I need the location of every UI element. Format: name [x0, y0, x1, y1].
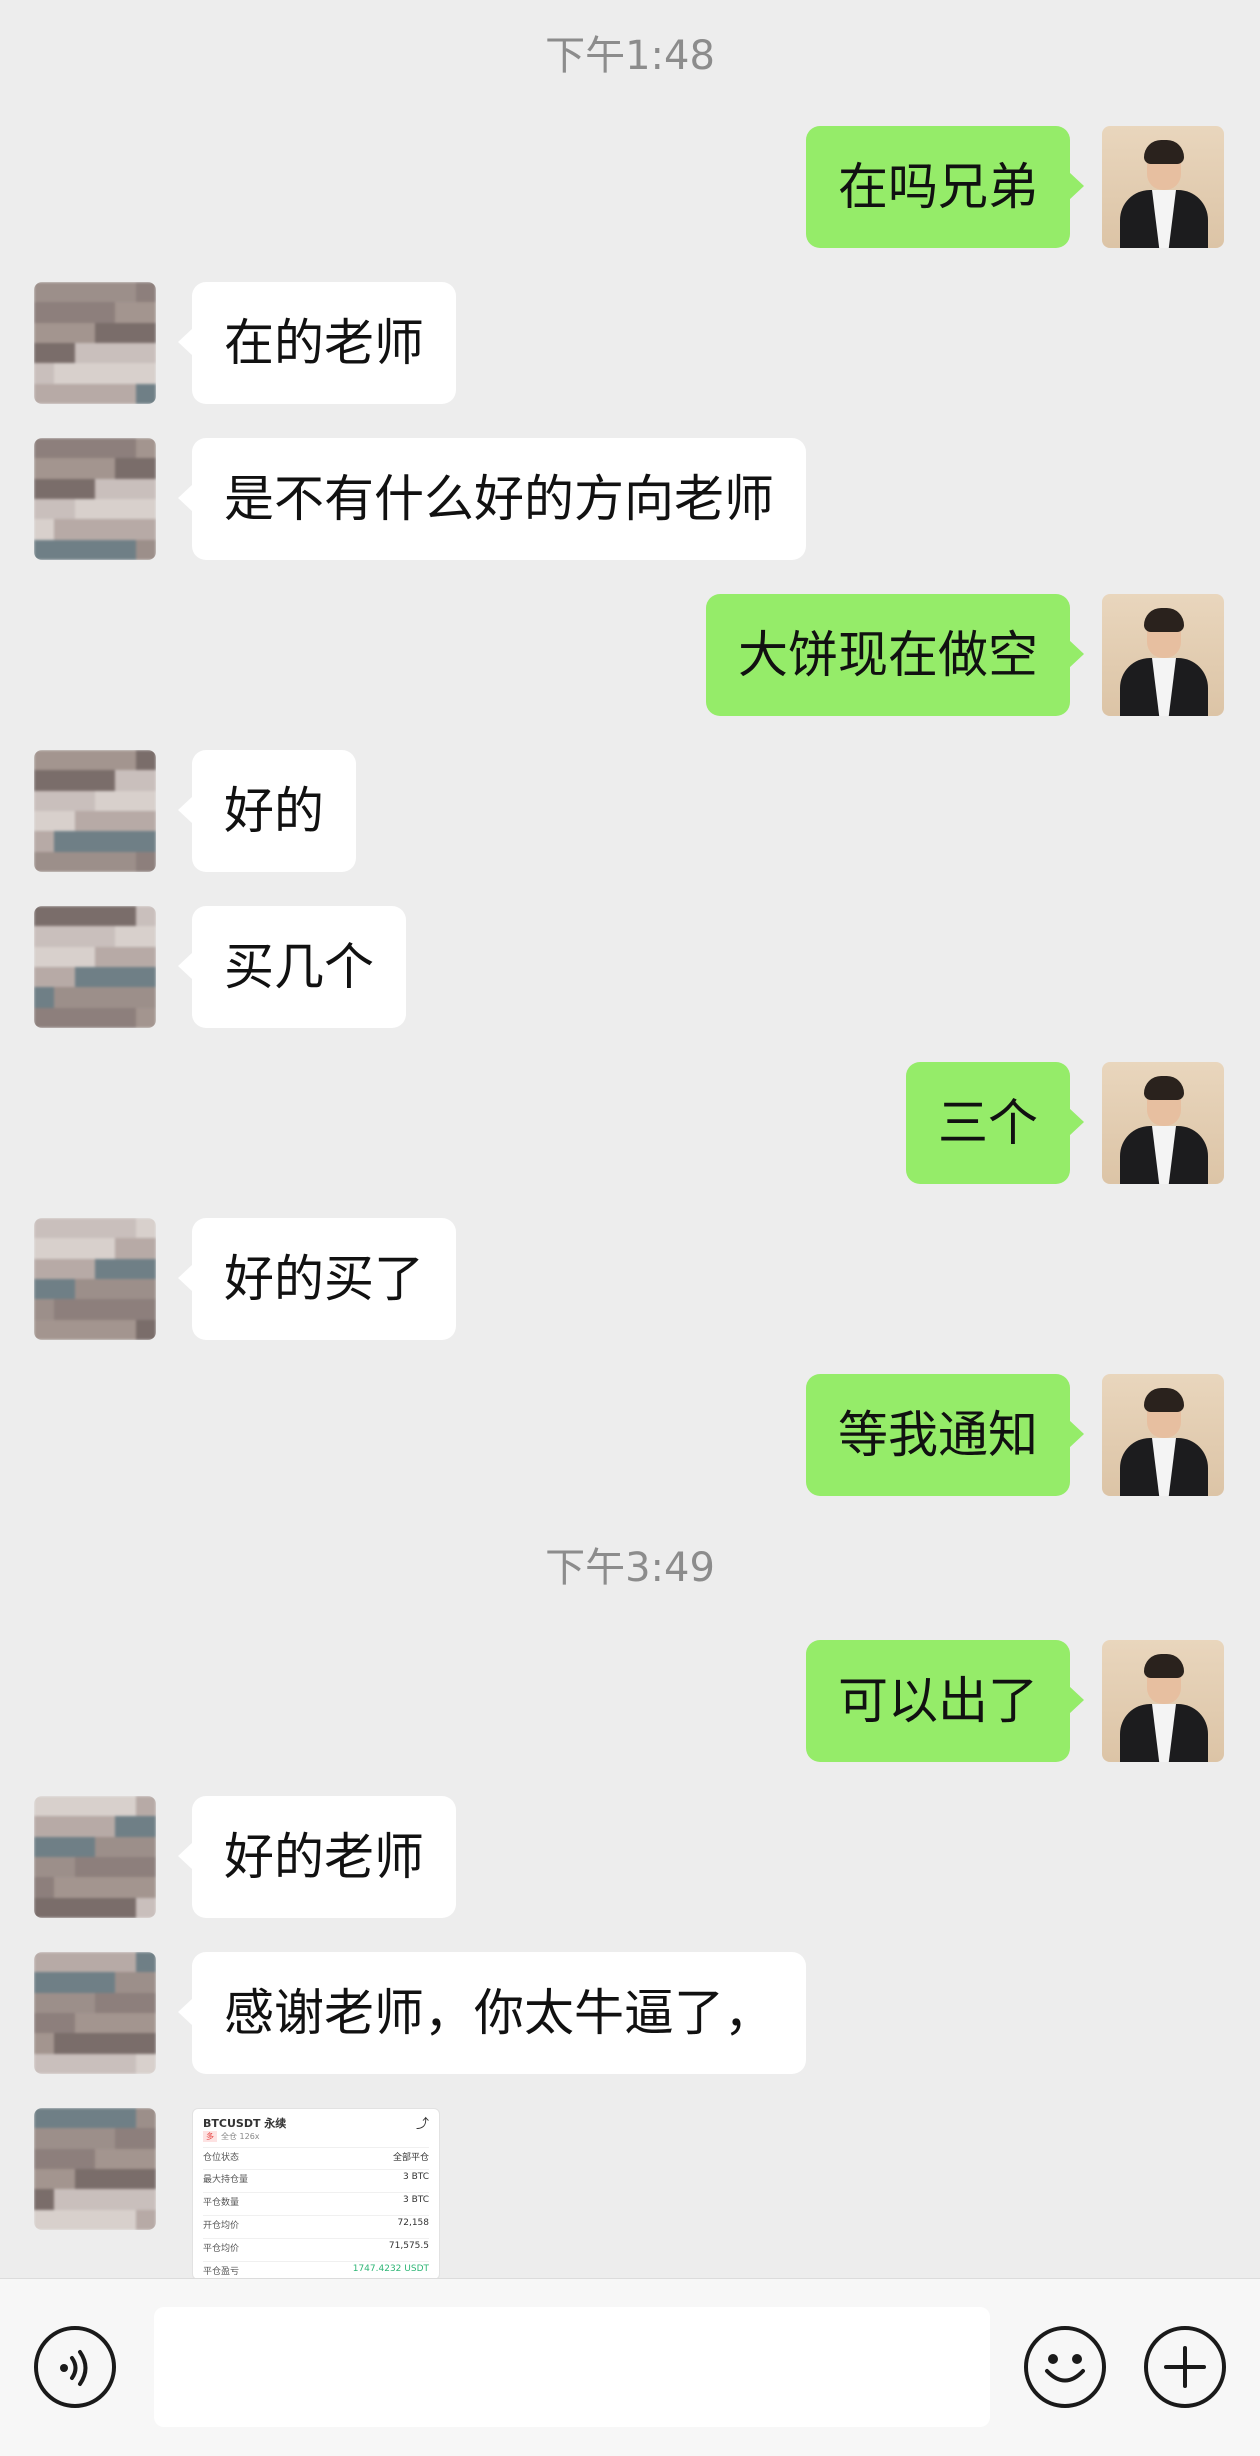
contact-avatar[interactable]: [34, 1796, 156, 1918]
contact-avatar[interactable]: [34, 1218, 156, 1340]
input-bar: [0, 2278, 1260, 2456]
incoming-message-bubble[interactable]: 买几个: [178, 906, 406, 1028]
outgoing-message-bubble[interactable]: 等我通知: [806, 1374, 1084, 1496]
emoji-icon: [1045, 2354, 1085, 2383]
incoming-message-bubble[interactable]: 在的老师: [178, 282, 456, 404]
incoming-message-bubble[interactable]: 好的老师: [178, 1796, 456, 1918]
voice-icon: [60, 2350, 88, 2386]
incoming-message-bubble[interactable]: 是不有什么好的方向老师: [178, 438, 806, 560]
card-row-value: 3 BTC: [402, 2172, 429, 2182]
card-row: 平仓盈亏 1747.4232 USDT: [203, 2261, 429, 2277]
card-row: 平仓均价 71,575.5: [203, 2238, 429, 2254]
timestamp: 下午1:48: [545, 33, 715, 79]
card-row: 仓位状态 全部平仓: [203, 2147, 429, 2163]
incoming-message-bubble[interactable]: 好的买了: [178, 1218, 456, 1340]
position-side: 多: [203, 2131, 217, 2142]
card-row-label: 仓位状态: [203, 2153, 240, 2163]
contact-avatar[interactable]: [34, 750, 156, 872]
my-avatar[interactable]: [1102, 126, 1224, 248]
voice-button[interactable]: [34, 2326, 116, 2408]
card-row-label: 平仓盈亏: [203, 2267, 240, 2277]
card-row-label: 平仓数量: [203, 2198, 240, 2208]
position-tag: 多全仓 126x: [203, 2131, 260, 2142]
plus-button[interactable]: [1144, 2326, 1226, 2408]
card-row: 开仓均价 72,158: [203, 2215, 430, 2231]
plus-icon: [1164, 2346, 1206, 2388]
chat-message-list[interactable]: 下午1:48 在吗兄弟 在的老师 是不有什么好的方向老师 大饼现在做空 好的 买…: [0, 0, 1260, 2280]
incoming-message-bubble[interactable]: 好的: [178, 750, 356, 872]
contact-avatar[interactable]: [34, 2108, 156, 2230]
contact-avatar[interactable]: [34, 282, 156, 404]
outgoing-message-bubble[interactable]: 可以出了: [806, 1640, 1084, 1762]
my-avatar[interactable]: [1102, 1374, 1224, 1496]
my-avatar[interactable]: [1102, 1062, 1224, 1184]
card-row-label: 平仓均价: [203, 2244, 240, 2254]
my-avatar[interactable]: [1102, 1640, 1224, 1762]
incoming-message-bubble[interactable]: 感谢老师，你太牛逼了，: [178, 1952, 806, 2074]
card-row-label: 最大持仓量: [203, 2175, 249, 2185]
message-input[interactable]: [154, 2307, 990, 2427]
card-row: 最大持仓量 3 BTC: [203, 2169, 429, 2185]
contact-avatar[interactable]: [34, 906, 156, 1028]
my-avatar[interactable]: [1102, 594, 1224, 716]
screenshot-image-message[interactable]: BTCUSDT 永续 ⤴ 多全仓 126x 仓位状态 全部平仓 最大持仓量 3 BT…: [192, 2108, 440, 2280]
card-row-value: 71,575.5: [388, 2241, 429, 2251]
outgoing-message-bubble[interactable]: 大饼现在做空: [706, 594, 1084, 716]
emoji-button[interactable]: [1024, 2326, 1106, 2408]
outgoing-message-bubble[interactable]: 在吗兄弟: [806, 126, 1084, 248]
card-row-label: 开仓均价: [203, 2221, 240, 2231]
card-row-value: 3 BTC: [402, 2195, 429, 2205]
card-row-value: 1747.4232 USDT: [352, 2264, 429, 2274]
outgoing-message-bubble[interactable]: 三个: [906, 1062, 1084, 1184]
card-title: BTCUSDT 永续: [203, 2117, 287, 2130]
card-row-value: 全部平仓: [392, 2153, 429, 2163]
card-row-value: 72,158: [397, 2218, 430, 2228]
position-leverage: 全仓 126x: [221, 2132, 260, 2141]
contact-avatar[interactable]: [34, 438, 156, 560]
contact-avatar[interactable]: [34, 1952, 156, 2074]
share-icon: ⤴: [415, 2117, 429, 2132]
card-row: 平仓数量 3 BTC: [203, 2192, 429, 2208]
timestamp: 下午3:49: [545, 1545, 715, 1591]
